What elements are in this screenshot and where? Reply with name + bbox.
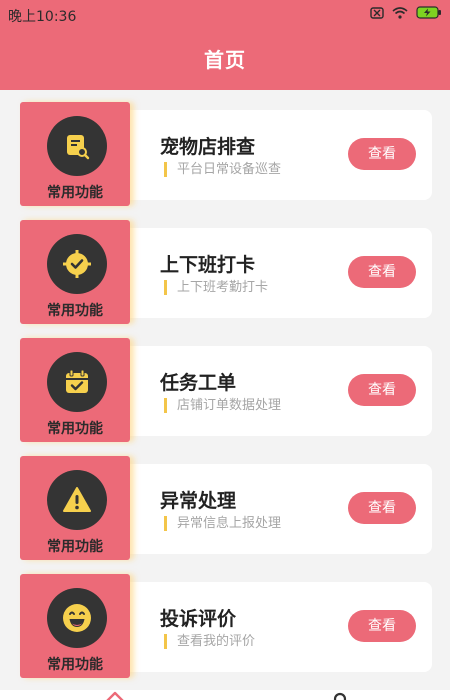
app-header: 晚上10:36 首页 <box>0 0 450 90</box>
user-icon[interactable] <box>330 690 350 700</box>
item-subtitle: 异常信息上报处理 <box>164 516 281 531</box>
item-badge: 常用功能 <box>20 102 130 206</box>
item-badge: 常用功能 <box>20 338 130 442</box>
clock-check-icon <box>47 234 107 294</box>
calendar-check-icon <box>47 352 107 412</box>
badge-label: 常用功能 <box>47 657 103 673</box>
wifi-icon <box>392 6 408 19</box>
badge-label: 常用功能 <box>47 303 103 319</box>
view-button[interactable]: 查看 <box>348 610 416 642</box>
status-time: 晚上10:36 <box>8 9 77 25</box>
list-item: 常用功能 异常处理 异常信息上报处理 查看 <box>20 456 432 560</box>
item-title: 投诉评价 <box>160 608 237 630</box>
view-button[interactable]: 查看 <box>348 374 416 406</box>
list-item: 常用功能 上下班打卡 上下班考勤打卡 查看 <box>20 220 432 324</box>
status-icons <box>370 6 442 19</box>
list-item: 常用功能 宠物店排查 平台日常设备巡查 查看 <box>20 102 432 206</box>
badge-label: 常用功能 <box>47 539 103 555</box>
item-title: 异常处理 <box>160 490 237 512</box>
item-title: 任务工单 <box>160 372 237 394</box>
item-title: 上下班打卡 <box>160 254 256 276</box>
warning-icon <box>47 470 107 530</box>
list-item: 常用功能 任务工单 店铺订单数据处理 查看 <box>20 338 432 442</box>
badge-label: 常用功能 <box>47 421 103 437</box>
view-button[interactable]: 查看 <box>348 492 416 524</box>
item-subtitle: 上下班考勤打卡 <box>164 280 268 295</box>
item-badge: 常用功能 <box>20 220 130 324</box>
battery-charging-icon <box>416 6 442 19</box>
tab-bar <box>0 690 450 700</box>
item-title: 宠物店排查 <box>160 136 256 158</box>
badge-label: 常用功能 <box>47 185 103 201</box>
item-subtitle: 店铺订单数据处理 <box>164 398 281 413</box>
home-icon[interactable] <box>103 690 127 700</box>
page-title: 首页 <box>204 48 246 72</box>
item-badge: 常用功能 <box>20 574 130 678</box>
view-button[interactable]: 查看 <box>348 138 416 170</box>
item-subtitle: 平台日常设备巡查 <box>164 162 281 177</box>
status-bar: 晚上10:36 <box>0 0 450 30</box>
item-subtitle: 查看我的评价 <box>164 634 255 649</box>
smile-icon <box>47 588 107 648</box>
no-sim-icon <box>370 6 384 19</box>
item-badge: 常用功能 <box>20 456 130 560</box>
inspection-document-icon <box>47 116 107 176</box>
view-button[interactable]: 查看 <box>348 256 416 288</box>
list-item: 常用功能 投诉评价 查看我的评价 查看 <box>20 574 432 678</box>
